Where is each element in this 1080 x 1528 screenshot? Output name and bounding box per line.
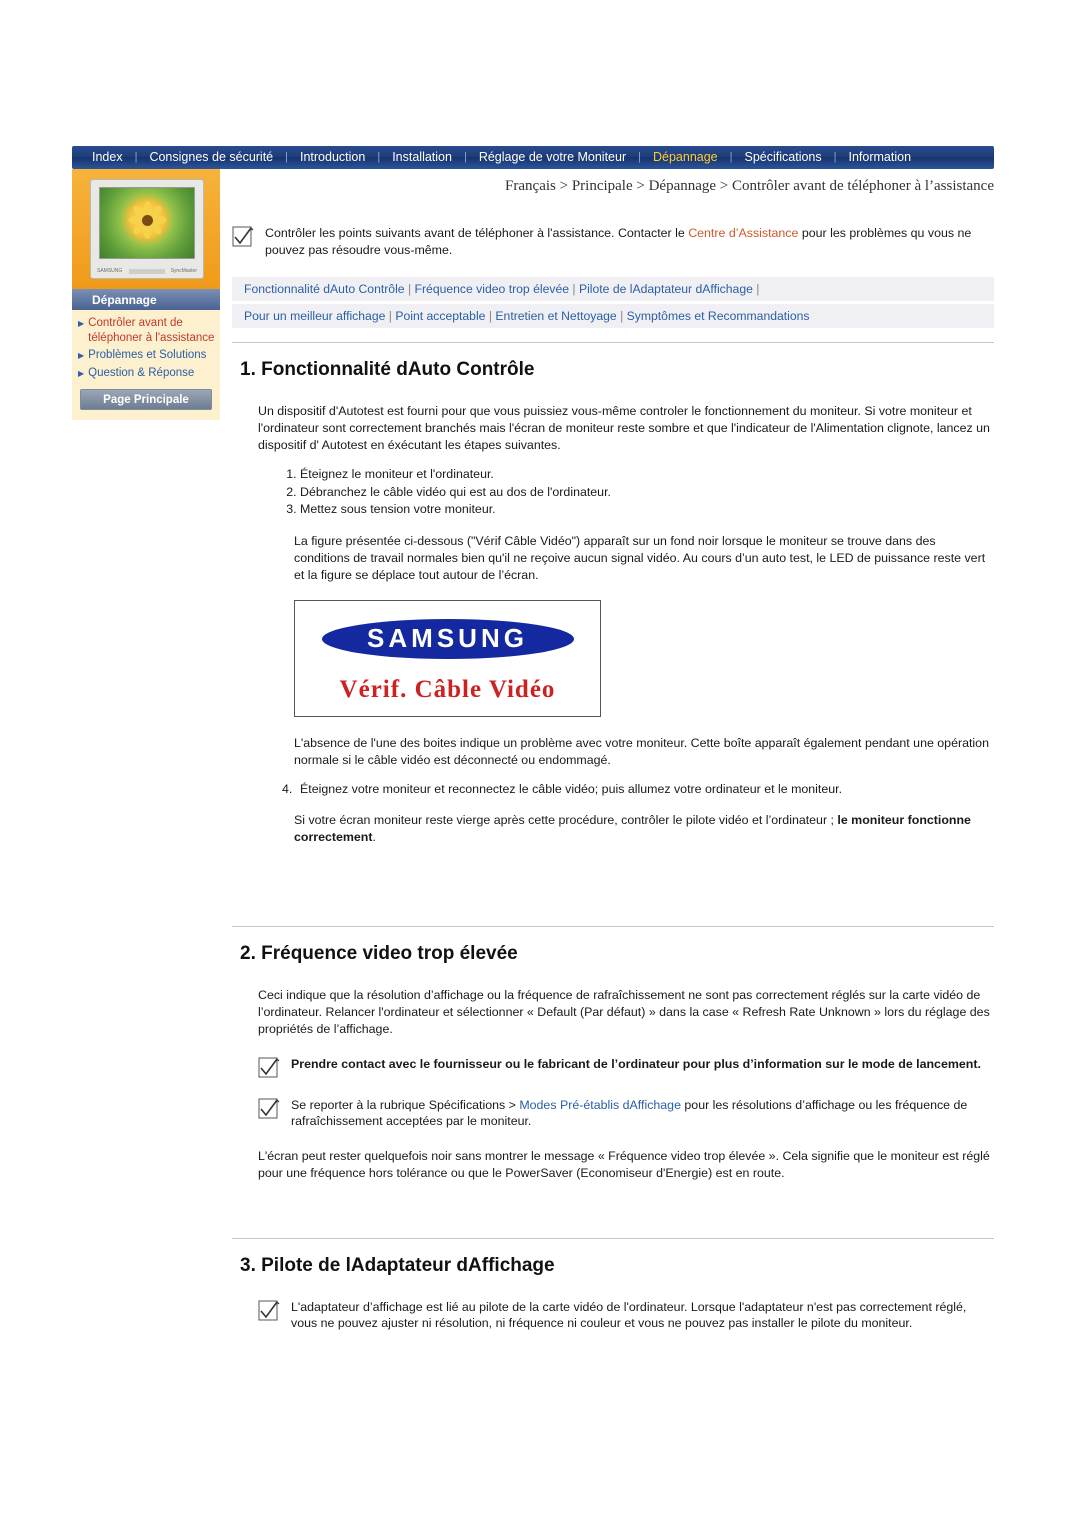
list-item: Mettez sous tension votre moniteur. <box>300 501 994 519</box>
checkmark-note-icon <box>258 1300 280 1322</box>
section-1-paragraph-4: Si votre écran moniteur reste vierge apr… <box>294 812 971 844</box>
sidebar-item-controler-avant[interactable]: ▶ Contrôler avant de téléphoner à l'assi… <box>76 316 216 345</box>
section-2-note-1: Prendre contact avec le fournisseur ou l… <box>258 1056 994 1079</box>
triangle-right-icon: ▶ <box>78 319 85 328</box>
sidebar-item-label: Contrôler avant de téléphoner à l'assist… <box>88 317 215 344</box>
section-3-note: L'adaptateur d’affichage est lié au pilo… <box>258 1299 994 1332</box>
verif-cable-video-text: Vérif. Câble Vidéo <box>339 675 556 703</box>
main-content: Français > Principale > Dépannage > Cont… <box>232 178 994 1350</box>
link-symptomes-et-recommandations[interactable]: Symptômes et Recommandations <box>627 309 810 323</box>
monitor-graphic: SAMSUNG SyncMaster <box>90 179 204 279</box>
breadcrumb: Français > Principale > Dépannage > Cont… <box>505 178 994 194</box>
checkmark-note-icon <box>258 1057 280 1079</box>
link-point-acceptable[interactable]: Point acceptable <box>395 309 485 323</box>
divider <box>232 925 994 927</box>
nav-item-depannage[interactable]: Dépannage <box>641 146 730 169</box>
section-1-paragraph-1: Un dispositif d'Autotest est fourni pour… <box>258 404 990 452</box>
sidebar-item-question-reponse[interactable]: ▶ Question & Réponse <box>76 366 216 381</box>
sidebar-item-label: Problèmes et Solutions <box>88 349 207 361</box>
intro-note: Contrôler les points suivants avant de t… <box>232 225 994 258</box>
top-navigation: Index | Consignes de sécurité | Introduc… <box>72 146 994 169</box>
modes-pre-etablis-link[interactable]: Modes Pré-établis dAffichage <box>519 1098 681 1112</box>
nav-item-consignes-de-securite[interactable]: Consignes de sécurité <box>137 146 285 169</box>
section-2-paragraph-2: L'écran peut rester quelquefois noir san… <box>258 1148 990 1180</box>
nav-item-installation[interactable]: Installation <box>380 146 464 169</box>
link-separator: | <box>756 282 760 296</box>
video-cable-check-figure: SAMSUNG Vérif. Câble Vidéo <box>294 599 601 717</box>
triangle-right-icon: ▶ <box>78 369 85 378</box>
sidebar: SAMSUNG SyncMaster Dépannage ▶ Contrôler… <box>72 169 220 420</box>
sidebar-item-label: Question & Réponse <box>88 367 195 379</box>
samsung-logo-text: SAMSUNG <box>367 623 528 653</box>
quick-links-row-2: Pour un meilleur affichage | Point accep… <box>232 303 994 328</box>
intro-note-text: Contrôler les points suivants avant de t… <box>265 226 972 257</box>
sidebar-links: ▶ Contrôler avant de téléphoner à l'assi… <box>72 310 220 420</box>
page-root: Index | Consignes de sécurité | Introduc… <box>0 0 1080 1528</box>
sidebar-section-title: Dépannage <box>72 289 220 310</box>
samsung-logo: SAMSUNG <box>321 618 574 659</box>
step-text: Éteignez votre moniteur et reconnectez l… <box>300 781 843 796</box>
monitor-base-graphic <box>129 269 165 274</box>
sidebar-item-problemes-et-solutions[interactable]: ▶ Problèmes et Solutions <box>76 348 216 363</box>
monitor-screen-graphic <box>99 187 195 259</box>
monitor-model-label: SyncMaster <box>170 268 197 274</box>
section-2-note-1-text: Prendre contact avec le fournisseur ou l… <box>291 1056 981 1071</box>
section-3-note-text: L'adaptateur d’affichage est lié au pilo… <box>291 1299 967 1331</box>
monitor-illustration: SAMSUNG SyncMaster <box>72 169 220 289</box>
section-2-note-2: Se reporter à la rubrique Spécifications… <box>258 1097 994 1130</box>
checkmark-note-icon <box>258 1098 280 1120</box>
section-2-heading: 2. Fréquence video trop élevée <box>240 942 518 964</box>
section-3-heading: 3. Pilote de lAdaptateur dAffichage <box>240 1254 555 1276</box>
section-1-heading: 1. Fonctionnalité dAuto Contrôle <box>240 359 535 380</box>
flower-icon <box>124 199 170 241</box>
nav-item-information[interactable]: Information <box>836 146 923 169</box>
list-item: Éteignez le moniteur et l'ordinateur. <box>300 466 994 484</box>
page-principale-button[interactable]: Page Principale <box>80 389 212 410</box>
nav-item-specifications[interactable]: Spécifications <box>733 146 834 169</box>
section-2-note-2-text: Se reporter à la rubrique Spécifications… <box>291 1097 968 1129</box>
link-fonctionnalite-auto-controle[interactable]: Fonctionnalité dAuto Contrôle <box>244 282 405 296</box>
checkmark-note-icon <box>232 226 254 248</box>
section-1-paragraph-2: La figure présentée ci-dessous ("Vérif C… <box>294 533 986 582</box>
link-pour-un-meilleur-affichage[interactable]: Pour un meilleur affichage <box>244 309 385 323</box>
centre-assistance-link[interactable]: Centre d’Assistance <box>688 226 798 240</box>
triangle-right-icon: ▶ <box>78 351 85 360</box>
section-1-paragraph-3: L'absence de l'une des boites indique un… <box>294 735 989 767</box>
nav-item-introduction[interactable]: Introduction <box>288 146 377 169</box>
section-2-paragraph-1: Ceci indique que la résolution d’afficha… <box>258 987 990 1036</box>
step-number: 4. <box>282 781 293 796</box>
quick-links-row-1: Fonctionnalité dAuto Contrôle | Fréquenc… <box>232 276 994 301</box>
nav-item-index[interactable]: Index <box>80 146 135 169</box>
divider <box>232 1237 994 1239</box>
list-item: Débranchez le câble vidéo qui est au dos… <box>300 484 994 502</box>
link-entretien-et-nettoyage[interactable]: Entretien et Nettoyage <box>495 309 616 323</box>
monitor-brand-label: SAMSUNG <box>97 268 123 274</box>
section-1-steps: Éteignez le moniteur et l'ordinateur. Dé… <box>282 466 994 519</box>
section-1-step-4: 4. Éteignez votre moniteur et reconnecte… <box>282 781 994 798</box>
link-pilote-adaptateur-affichage[interactable]: Pilote de lAdaptateur dAffichage <box>579 282 753 296</box>
nav-item-reglage-de-votre-moniteur[interactable]: Réglage de votre Moniteur <box>467 146 638 169</box>
divider <box>232 342 994 343</box>
link-frequence-video-trop-elevee[interactable]: Fréquence video trop élevée <box>415 282 569 296</box>
